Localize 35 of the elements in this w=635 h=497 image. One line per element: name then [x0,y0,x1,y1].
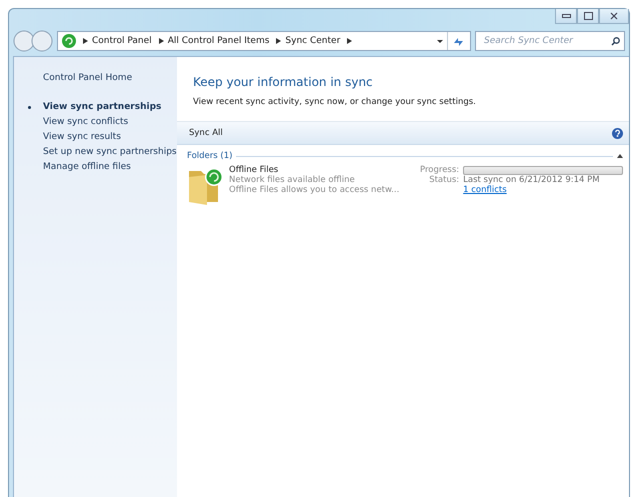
sidebar-link[interactable]: View sync results [43,130,121,145]
page-description: View recent sync activity, sync now, or change your sync settings. [193,97,477,107]
sidebar-link[interactable]: View sync conflicts [43,115,128,130]
close-button[interactable] [599,9,629,24]
chevron-icon[interactable] [276,38,282,44]
item-description: Offline Files allows you to access netw... [229,185,400,195]
chevron-icon[interactable] [158,38,164,44]
maximize-button[interactable] [577,9,599,24]
sidebar-link[interactable]: Manage offline files [43,160,131,175]
chevron-icon[interactable] [347,38,352,44]
toolbar-button[interactable]: Sync All [187,126,225,140]
close-icon [610,12,618,20]
help-icon[interactable] [612,128,623,138]
item-subtitle: Network files available offline [229,175,356,185]
sync-icon [61,33,77,49]
maximize-icon [584,12,592,20]
search-icon [611,37,620,46]
status-text: Last sync on 6/21/2012 9:14 PM [463,175,601,185]
nav-link[interactable]: Control Panel Home [43,71,177,86]
search-field[interactable]: Search Sync Center [475,31,625,51]
group-title[interactable]: Folders (1) [187,151,232,161]
chevron-icon[interactable] [83,38,88,44]
collapse-icon[interactable] [617,154,623,158]
item-name: Offline Files [229,165,280,175]
sidebar-link[interactable]: Set up new sync partnerships [43,145,177,160]
minimize-button[interactable] [555,9,577,24]
sidebar-link[interactable]: View sync partnerships [43,100,162,115]
status-label: Status: [428,175,460,185]
breadcrumb-item[interactable]: Sync Center [281,36,344,46]
progress-label: Progress: [420,165,460,175]
breadcrumb-item[interactable]: Control Panel [88,36,156,46]
conflicts-link[interactable]: 1 conflicts [463,185,507,195]
page-title: Keep your information in sync [193,75,374,89]
minimize-icon [562,14,570,18]
breadcrumb-item[interactable]: All Control Panel Items [164,36,274,46]
